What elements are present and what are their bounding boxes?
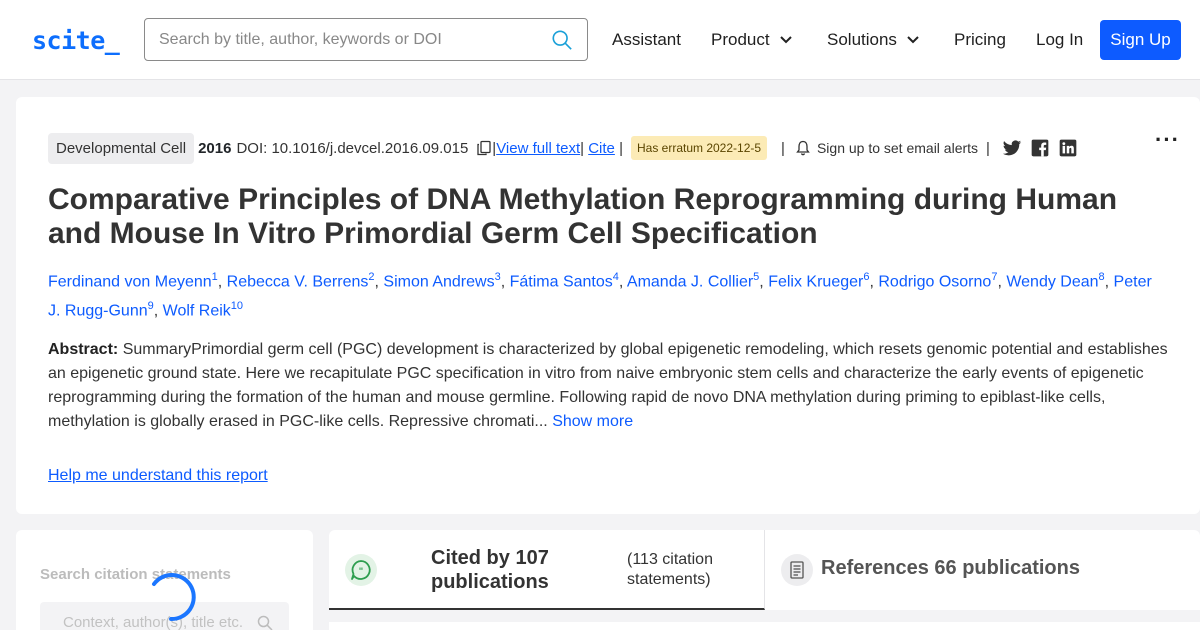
author-link[interactable]: Ferdinand von Meyenn bbox=[48, 273, 212, 290]
references-count: References 66 publications bbox=[821, 557, 1080, 579]
erratum-badge[interactable]: Has erratum 2022-12-5 bbox=[630, 136, 768, 160]
author-separator: , bbox=[997, 273, 1007, 291]
separator: | bbox=[580, 139, 589, 157]
author-link[interactable]: Rodrigo Osorno bbox=[878, 273, 991, 290]
author-separator: , bbox=[153, 302, 163, 320]
author-link[interactable]: Simon Andrews bbox=[383, 273, 494, 290]
cite-link[interactable]: Cite bbox=[588, 140, 615, 157]
author-separator: , bbox=[618, 273, 627, 291]
search-icon[interactable] bbox=[551, 29, 573, 51]
author-link[interactable]: Felix Krueger bbox=[768, 273, 863, 290]
author-link[interactable]: Wendy Dean bbox=[1006, 273, 1098, 290]
paper-card: Developmental Cell 2016 DOI: 10.1016/j.d… bbox=[16, 97, 1200, 514]
author-separator: , bbox=[759, 273, 769, 291]
twitter-icon[interactable] bbox=[1002, 138, 1022, 158]
chevron-down-icon bbox=[907, 36, 919, 44]
citation-search-label: Search citation statements bbox=[40, 566, 231, 583]
doi-text: DOI: 10.1016/j.devcel.2016.09.015 bbox=[236, 139, 469, 157]
tab-references[interactable]: References 66 publications bbox=[765, 530, 1200, 610]
bell-icon[interactable] bbox=[795, 140, 811, 156]
scite-logo[interactable]: scite_ bbox=[32, 26, 120, 55]
citations-list-area bbox=[329, 622, 1200, 630]
tab-cited-by[interactable]: " Cited by 107 publications (113 citatio… bbox=[329, 530, 765, 610]
cited-by-count: Cited by 107 publications bbox=[431, 547, 549, 593]
top-navbar: scite_ Assistant Product Solutions Prici… bbox=[0, 0, 1200, 80]
copy-icon[interactable] bbox=[476, 140, 492, 156]
nav-assistant[interactable]: Assistant bbox=[612, 30, 681, 50]
author-link[interactable]: Wolf Reik bbox=[163, 303, 231, 320]
linkedin-icon[interactable] bbox=[1058, 138, 1078, 158]
document-icon bbox=[790, 561, 804, 579]
show-more-link[interactable]: Show more bbox=[552, 413, 633, 430]
author-list: Ferdinand von Meyenn1, Rebecca V. Berren… bbox=[48, 265, 1168, 324]
view-full-text-link[interactable]: View full text bbox=[496, 140, 580, 157]
nav-product-label: Product bbox=[711, 30, 770, 49]
email-alerts-link[interactable]: Sign up to set email alerts bbox=[817, 140, 978, 156]
search-input[interactable] bbox=[159, 28, 539, 52]
references-badge bbox=[781, 554, 813, 586]
author-link[interactable]: Rebecca V. Berrens bbox=[227, 273, 369, 290]
citation-tabs: " Cited by 107 publications (113 citatio… bbox=[329, 530, 1200, 610]
nav-pricing[interactable]: Pricing bbox=[954, 30, 1006, 50]
author-affiliation: 10 bbox=[230, 300, 244, 313]
cited-by-badge: " bbox=[345, 554, 377, 586]
help-understand-link[interactable]: Help me understand this report bbox=[48, 467, 268, 485]
paper-meta-row: Developmental Cell 2016 DOI: 10.1016/j.d… bbox=[48, 132, 1078, 164]
login-link[interactable]: Log In bbox=[1036, 30, 1083, 50]
abstract-label: Abstract: bbox=[48, 341, 119, 358]
author-link[interactable]: Fátima Santos bbox=[510, 273, 613, 290]
chevron-down-icon bbox=[779, 36, 792, 44]
author-separator: , bbox=[500, 273, 510, 291]
citation-statements-count: (113 citation statements) bbox=[627, 551, 713, 588]
author-separator: , bbox=[217, 273, 227, 291]
nav-solutions[interactable]: Solutions bbox=[827, 30, 919, 50]
nav-product[interactable]: Product bbox=[711, 30, 792, 50]
citation-search-panel: Search citation statements bbox=[16, 530, 313, 630]
speech-bubble-icon: " bbox=[351, 560, 371, 580]
separator: | bbox=[986, 139, 990, 157]
search-box[interactable] bbox=[144, 18, 588, 61]
author-separator: , bbox=[1104, 273, 1114, 291]
signup-button[interactable]: Sign Up bbox=[1100, 20, 1181, 60]
loading-spinner-icon bbox=[152, 573, 196, 622]
publication-year: 2016 bbox=[198, 139, 232, 157]
nav-solutions-label: Solutions bbox=[827, 30, 897, 49]
separator: | bbox=[614, 139, 623, 157]
author-link[interactable]: Amanda J. Collier bbox=[627, 273, 753, 290]
paper-title: Comparative Principles of DNA Methylatio… bbox=[48, 183, 1118, 250]
more-options-icon[interactable]: ··· bbox=[1155, 127, 1180, 153]
search-icon[interactable] bbox=[257, 615, 273, 630]
facebook-icon[interactable] bbox=[1030, 138, 1050, 158]
journal-badge[interactable]: Developmental Cell bbox=[48, 132, 195, 164]
abstract: Abstract: SummaryPrimordial germ cell (P… bbox=[48, 338, 1168, 434]
svg-text:": " bbox=[359, 567, 364, 577]
separator: | bbox=[781, 139, 785, 157]
